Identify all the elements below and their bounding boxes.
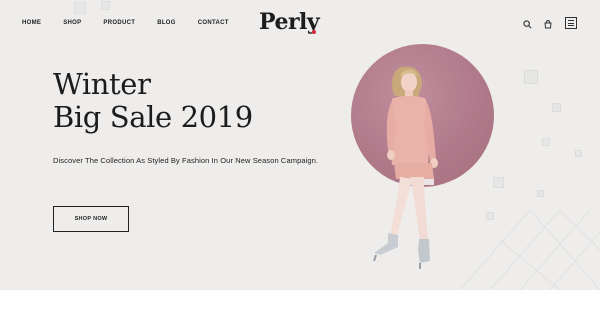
decor-square <box>552 103 561 112</box>
main-nav: HOME SHOP PRODUCT BLOG CONTACT <box>22 20 251 26</box>
nav-item-product[interactable]: PRODUCT <box>103 20 135 26</box>
bag-icon[interactable] <box>541 17 555 31</box>
decor-square <box>101 1 110 10</box>
brand-logo[interactable]: Perly <box>259 9 320 35</box>
hero-title: Winter Big Sale 2019 <box>53 68 253 134</box>
hero-subtitle: Discover The Collection As Styled By Fas… <box>53 156 319 165</box>
logo-accent-dot <box>312 30 316 34</box>
hero-title-line2: Big Sale 2019 <box>53 100 253 134</box>
decor-square <box>524 70 538 84</box>
search-icon[interactable] <box>520 17 534 31</box>
nav-item-blog[interactable]: BLOG <box>157 20 176 26</box>
model-figure-image <box>373 66 438 269</box>
nav-item-home[interactable]: HOME <box>22 20 41 26</box>
nav-item-contact[interactable]: CONTACT <box>198 20 229 26</box>
menu-icon[interactable] <box>565 17 577 29</box>
header-icons <box>520 17 555 31</box>
decor-lines <box>460 209 600 290</box>
decor-square <box>542 138 550 146</box>
hero-title-line1: Winter <box>53 67 151 101</box>
nav-item-shop[interactable]: SHOP <box>63 20 81 26</box>
decor-square <box>74 2 86 14</box>
decor-square <box>575 150 582 157</box>
hero-section: HOME SHOP PRODUCT BLOG CONTACT Perly Win… <box>0 0 600 290</box>
shop-now-button[interactable]: SHOP NOW <box>53 206 129 232</box>
